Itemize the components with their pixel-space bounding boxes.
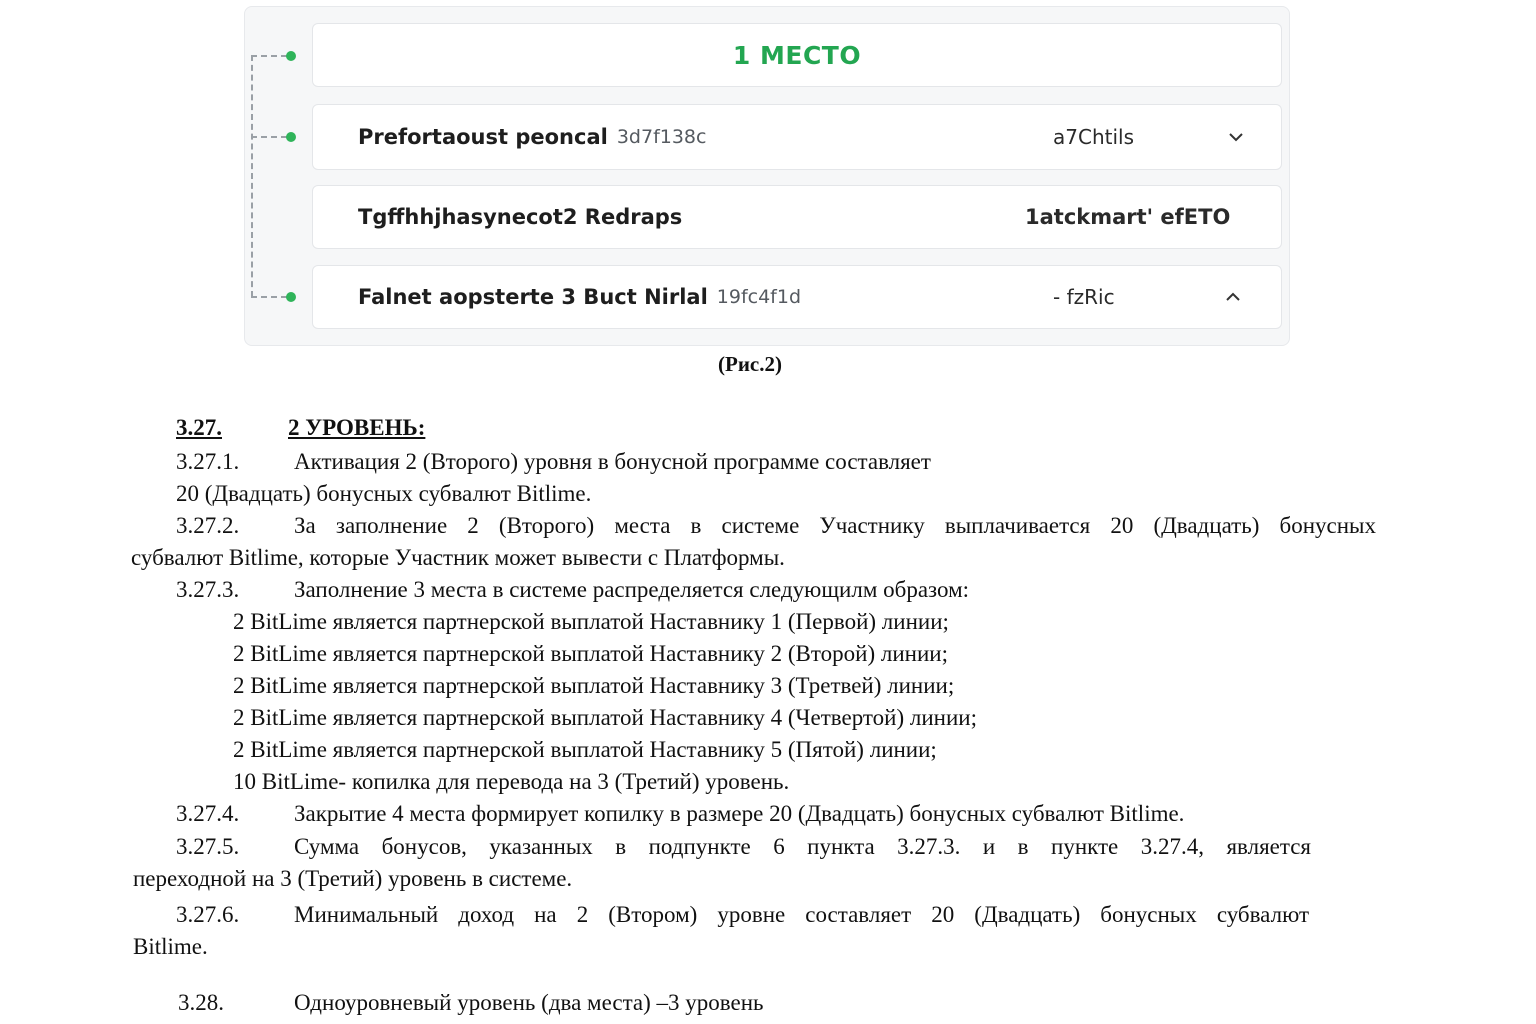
participant-name-wrap: Tgffhhjhasynecot2 Redraps [358, 186, 682, 248]
clause-text: Закрытие 4 места формирует копилку в раз… [294, 801, 1185, 826]
clause-number: 3.27.1. [176, 449, 240, 474]
clause-text: Bitlime. [133, 934, 208, 959]
clause-number: 3.27.4. [176, 801, 240, 826]
section-title: 2 УРОВЕНЬ: [288, 415, 426, 440]
clause-text: 20 (Двадцать) бонусных субвалют Bitlime. [176, 481, 592, 506]
place-title: 1 МЕСТО [732, 40, 862, 70]
participant-row[interactable]: Falnet aopsterte 3 Buct Nirlal 19fc4f1d … [312, 265, 1282, 329]
section-number: 3.27. [176, 415, 222, 440]
tree-connector-vertical [251, 55, 253, 297]
participant-name: Falnet aopsterte 3 Buct Nirlal [358, 285, 708, 309]
list-item: 10 BitLime- копилка для перевода на 3 (Т… [233, 769, 790, 794]
list-item: 2 BitLime является партнерской выплатой … [233, 673, 955, 698]
clause-text: Заполнение 3 места в системе распределяе… [294, 577, 970, 602]
clause-number: 3.27.6. [176, 902, 240, 927]
tree-connector-branch [251, 136, 287, 138]
clause-text: переходной на 3 (Третий) уровень в систе… [133, 866, 573, 891]
list-item: 2 BitLime является партнерской выплатой … [233, 641, 948, 666]
participant-name-wrap: Prefortaoust peoncal 3d7f138c [358, 105, 706, 169]
participant-value: - fzRic [1053, 285, 1115, 309]
figure-caption: (Рис.2) [718, 352, 782, 376]
participant-row[interactable]: Tgffhhjhasynecot2 Redraps 1atckmart' efE… [312, 185, 1282, 249]
tree-connector-branch [251, 296, 287, 298]
section-heading: 3.27. 2 УРОВЕНЬ: [176, 414, 476, 442]
clause-text: субвалют Bitlime, которые Участник может… [131, 545, 785, 570]
list-item: 2 BitLime является партнерской выплатой … [233, 705, 977, 730]
participant-id: 19fc4f1d [716, 286, 802, 308]
list-item: 2 BitLime является партнерской выплатой … [233, 609, 949, 634]
participant-name-wrap: Falnet aopsterte 3 Buct Nirlal 19fc4f1d [358, 266, 801, 328]
participant-name: Prefortaoust peoncal [358, 125, 608, 149]
section-number: 3.28. [178, 990, 224, 1015]
chevron-up-icon[interactable] [1225, 289, 1241, 305]
place-header-card: 1 МЕСТО [312, 23, 1282, 87]
clause-number: 3.27.5. [176, 834, 240, 859]
clause-text: Сумма бонусов, указанных в подпункте 6 п… [294, 834, 1311, 859]
participant-value: a7Chtils [1053, 125, 1134, 149]
section-title: Одноуровневый уровень (два места) –3 уро… [294, 990, 764, 1015]
tree-node-dot [286, 51, 296, 61]
participant-name: Tgffhhjhasynecot2 Redraps [358, 205, 683, 229]
tree-node-dot [286, 292, 296, 302]
clause-number: 3.27.2. [176, 513, 240, 538]
clause-text: За заполнение 2 (Второго) места в систем… [294, 513, 1376, 538]
leaderboard-panel: 1 МЕСТО Prefortaoust peoncal 3d7f138c a7… [244, 6, 1290, 346]
tree-connector-branch [251, 55, 287, 57]
tree-node-dot [286, 132, 296, 142]
list-item: 2 BitLime является партнерской выплатой … [233, 737, 937, 762]
chevron-down-icon[interactable] [1228, 129, 1244, 145]
clause-text: Активация 2 (Второго) уровня в бонусной … [294, 449, 931, 474]
participant-id: 3d7f138c [616, 126, 707, 148]
participant-value: 1atckmart' efETO [1025, 205, 1231, 229]
participant-row[interactable]: Prefortaoust peoncal 3d7f138c a7Chtils [312, 104, 1282, 170]
clause-number: 3.27.3. [176, 577, 240, 602]
clause-text: Минимальный доход на 2 (Втором) уровне с… [294, 902, 1309, 927]
